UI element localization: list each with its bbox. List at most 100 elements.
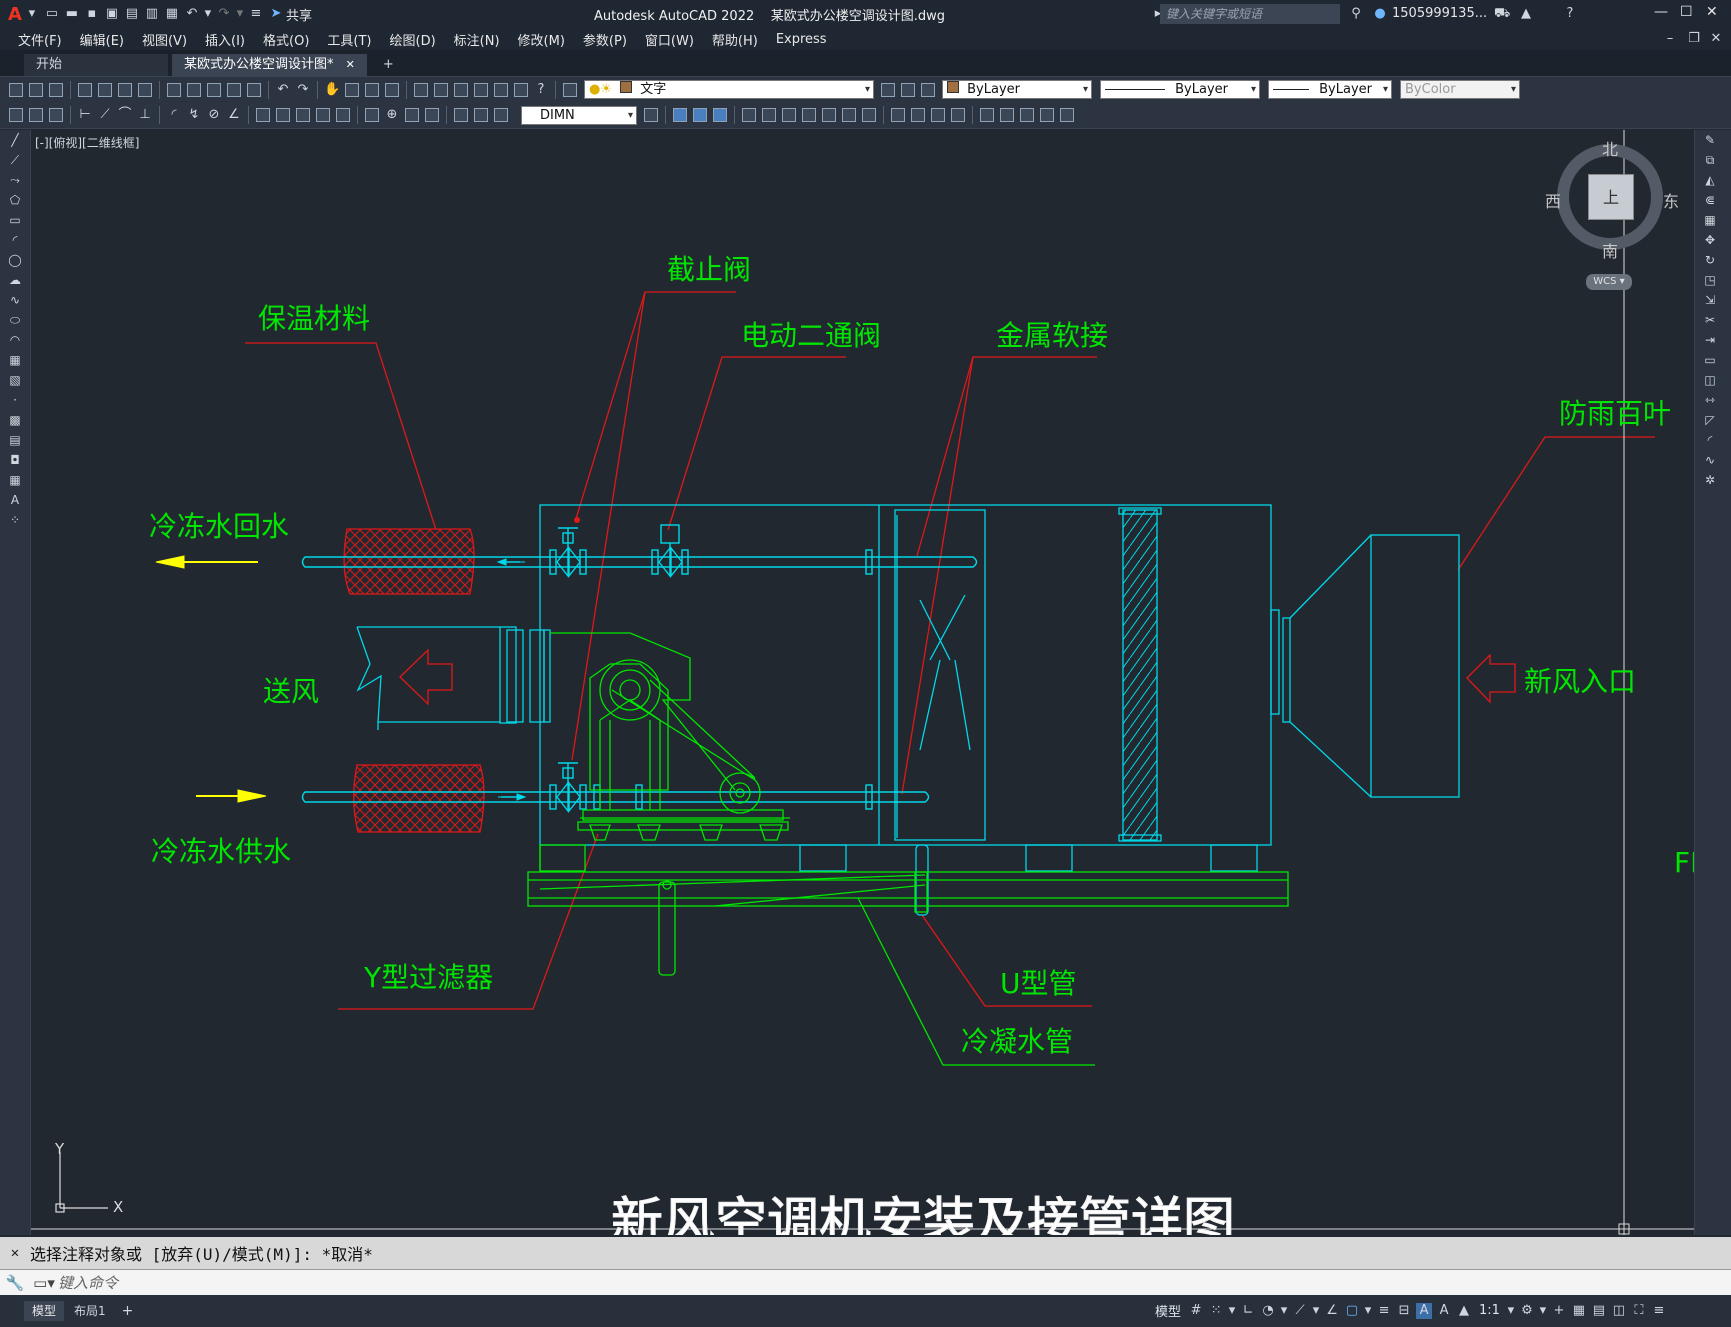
spline-icon[interactable]: ∿: [0, 290, 30, 310]
tool-b-icon[interactable]: [29, 108, 43, 122]
offset-icon[interactable]: ⋐: [1695, 190, 1725, 210]
plot-icon[interactable]: ▦: [164, 6, 180, 22]
user-icon[interactable]: ●: [1372, 6, 1388, 22]
polar-icon[interactable]: ◔: [1260, 1303, 1276, 1319]
point-icon[interactable]: ·: [0, 390, 30, 410]
quick-dim-icon[interactable]: [256, 108, 270, 122]
dim-update-icon[interactable]: [494, 108, 508, 122]
tab-close-icon[interactable]: ✕: [346, 58, 355, 71]
ordinate-dim-icon[interactable]: ⊥: [137, 107, 153, 123]
modify-c-icon[interactable]: [713, 108, 727, 122]
app-menu-chevron-icon[interactable]: ▾: [24, 6, 40, 22]
modify-s-icon[interactable]: [1060, 108, 1074, 122]
autocad-logo-icon[interactable]: A: [8, 4, 22, 25]
maximize-button[interactable]: ☐: [1680, 4, 1693, 20]
customization-icon[interactable]: ≡: [1651, 1303, 1667, 1319]
chamfer-icon[interactable]: ◸: [1695, 410, 1725, 430]
modify-k-icon[interactable]: [891, 108, 905, 122]
search-icon[interactable]: ⚲: [1348, 6, 1364, 22]
arc-icon[interactable]: ◜: [0, 230, 30, 250]
tab-layout1[interactable]: 布局1: [64, 1301, 116, 1321]
linetype-control-dropdown[interactable]: ByLayer ▾: [1100, 80, 1260, 99]
print-icon[interactable]: [78, 82, 92, 97]
polyline-icon[interactable]: ⤳: [0, 170, 30, 190]
dimstyle-control-dropdown[interactable]: DIMN ▾: [521, 105, 637, 125]
match-properties-icon[interactable]: [227, 82, 241, 97]
user-name[interactable]: 1505999135...: [1392, 6, 1487, 21]
publish-icon[interactable]: [118, 82, 132, 97]
ellipse-arc-icon[interactable]: ◠: [0, 330, 30, 350]
transparency-icon[interactable]: ⊟: [1396, 1303, 1412, 1319]
qsave-icon[interactable]: [49, 82, 63, 97]
pan-icon[interactable]: ✋: [324, 82, 340, 98]
redo-icon[interactable]: ↷: [216, 6, 232, 22]
paste-icon[interactable]: [207, 82, 221, 97]
modify-q-icon[interactable]: [1020, 108, 1034, 122]
osnap-dropdown-icon[interactable]: ▾: [1312, 1303, 1320, 1319]
fullscreen-icon[interactable]: ⛶: [1631, 1303, 1647, 1319]
jogged-dim-icon[interactable]: ↯: [186, 107, 202, 123]
hatch-icon[interactable]: ▩: [0, 410, 30, 430]
autodesk-app-icon[interactable]: ▲: [1518, 6, 1534, 22]
help-icon[interactable]: ?: [1562, 6, 1578, 22]
layer-states-icon[interactable]: [921, 82, 935, 97]
share-button[interactable]: 共享: [286, 5, 312, 24]
copy-icon[interactable]: [187, 82, 201, 97]
ellipse-icon[interactable]: ⬭: [0, 310, 30, 330]
fillet-icon[interactable]: ◜: [1695, 430, 1725, 450]
menu-help[interactable]: 帮助(H): [712, 30, 758, 49]
radius-dim-icon[interactable]: ◜: [166, 107, 182, 123]
snap-icon[interactable]: ⁙: [1208, 1303, 1224, 1319]
rotate-icon[interactable]: ↻: [1695, 250, 1725, 270]
add-selected-icon[interactable]: ⁘: [0, 510, 30, 530]
model-space-button[interactable]: 模型: [1155, 1301, 1181, 1320]
inspection-icon[interactable]: [405, 108, 419, 122]
menu-insert[interactable]: 插入(I): [205, 30, 245, 49]
dim-break-icon[interactable]: [336, 108, 350, 122]
command-input-bar[interactable]: 🔧 ▭▾ 键入命令: [0, 1269, 1731, 1295]
new-file-icon[interactable]: ▭: [44, 6, 60, 22]
command-recent-icon[interactable]: ▭▾: [30, 1274, 58, 1292]
tool-palettes-icon[interactable]: [454, 82, 468, 97]
table-icon[interactable]: ▦: [0, 470, 30, 490]
construction-line-icon[interactable]: ⟋: [0, 150, 30, 170]
lineweight-control-dropdown[interactable]: ByLayer ▾: [1268, 80, 1392, 99]
properties-icon[interactable]: [414, 82, 428, 97]
command-settings-icon[interactable]: 🔧: [0, 1274, 30, 1292]
modify-h-icon[interactable]: [822, 108, 836, 122]
plotstyle-control-dropdown[interactable]: ByColor ▾: [1400, 80, 1520, 99]
cut-icon[interactable]: [167, 82, 181, 97]
menu-view[interactable]: 视图(V): [142, 30, 187, 49]
continue-dim-icon[interactable]: [296, 108, 310, 122]
stretch-icon[interactable]: ⇲: [1695, 290, 1725, 310]
menu-tools[interactable]: 工具(T): [327, 30, 371, 49]
isodraft-icon[interactable]: ∠: [1324, 1303, 1340, 1319]
workspace-gear-icon[interactable]: ⚙: [1519, 1303, 1535, 1319]
drawing-canvas[interactable]: [-][俯视][二维线框] 保温材料 截止阀 电动二通阀 金属软接 防雨百叶 冷…: [31, 130, 1694, 1235]
baseline-dim-icon[interactable]: [276, 108, 290, 122]
annotation-scale-icon[interactable]: ▲: [1456, 1303, 1472, 1319]
rectangle-icon[interactable]: ▭: [0, 210, 30, 230]
aligned-dim-icon[interactable]: ⟋: [97, 107, 113, 123]
doc-close-icon[interactable]: ✕: [1708, 31, 1724, 47]
zoom-previous-icon[interactable]: [385, 82, 399, 97]
polar-dropdown-icon[interactable]: ▾: [1280, 1303, 1288, 1319]
modify-p-icon[interactable]: [1000, 108, 1014, 122]
qnew-icon[interactable]: [9, 82, 23, 97]
preview-icon[interactable]: [98, 82, 112, 97]
menu-format[interactable]: 格式(O): [263, 30, 309, 49]
arc-length-icon[interactable]: ⌒: [117, 107, 133, 123]
tab-drawing[interactable]: 某欧式办公楼空调设计图* ✕: [172, 54, 367, 76]
array-icon[interactable]: ▦: [1695, 210, 1725, 230]
redo-dropdown-icon[interactable]: ▾: [236, 6, 244, 22]
workspace-dropdown-icon[interactable]: ▾: [1539, 1303, 1547, 1319]
explode-icon[interactable]: ✲: [1695, 470, 1725, 490]
doc-restore-icon[interactable]: ❐: [1686, 31, 1702, 47]
annotation-scale-value[interactable]: 1:1: [1479, 1303, 1500, 1318]
line-icon[interactable]: ╱: [0, 130, 30, 150]
region-icon[interactable]: ◘: [0, 450, 30, 470]
zoom-window-icon[interactable]: [365, 82, 379, 97]
customize-quick-access-icon[interactable]: ≡: [248, 6, 264, 22]
quickcalc-icon[interactable]: [514, 82, 528, 97]
sheet-set-icon[interactable]: [474, 82, 488, 97]
